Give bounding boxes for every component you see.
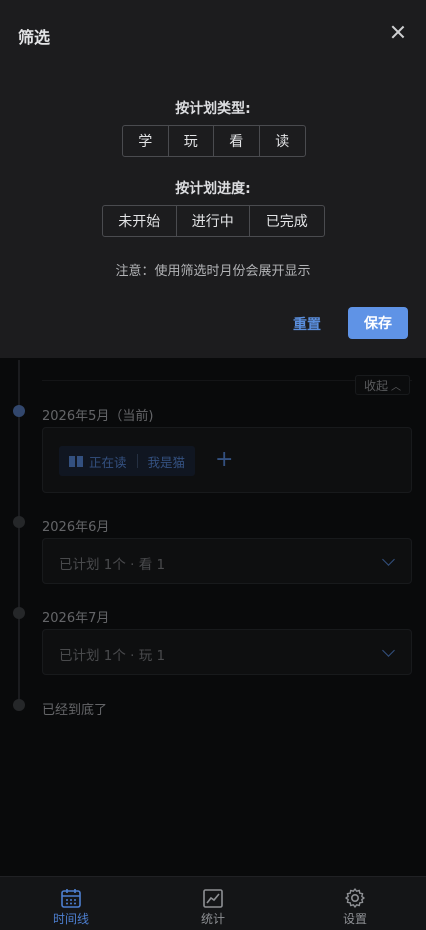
nav-item-timeline[interactable]: 时间线 xyxy=(0,877,142,930)
type-option-read[interactable]: 读 xyxy=(260,126,306,156)
calendar-icon xyxy=(61,889,81,908)
nav-label: 时间线 xyxy=(52,912,89,926)
type-filter-group: 学 玩 看 读 xyxy=(122,125,306,157)
filter-panel: 筛选 按计划类型: 学 玩 看 读 按计划进度: 未开始 进行中 已完成 注意：… xyxy=(0,0,426,358)
filter-note: 注意：使用筛选时月份会展开显示 xyxy=(115,264,311,279)
progress-section-label: 按计划进度: xyxy=(175,181,251,197)
close-icon[interactable] xyxy=(388,22,408,42)
reset-button[interactable]: 重置 xyxy=(283,310,331,338)
nav-label: 统计 xyxy=(200,912,225,926)
type-option-watch[interactable]: 看 xyxy=(214,126,260,156)
type-option-study[interactable]: 学 xyxy=(123,126,169,156)
type-option-play[interactable]: 玩 xyxy=(169,126,214,156)
progress-option-completed[interactable]: 已完成 xyxy=(250,206,324,236)
chart-icon xyxy=(203,889,223,908)
progress-option-not-started[interactable]: 未开始 xyxy=(103,206,177,236)
type-section-label: 按计划类型: xyxy=(175,101,251,117)
progress-option-in-progress[interactable]: 进行中 xyxy=(177,206,250,236)
nav-item-settings[interactable]: 设置 xyxy=(284,877,426,930)
gear-icon xyxy=(345,888,365,908)
nav-item-stats[interactable]: 统计 xyxy=(142,877,284,930)
progress-filter-group: 未开始 进行中 已完成 xyxy=(102,205,325,237)
nav-label: 设置 xyxy=(342,912,367,926)
panel-title: 筛选 xyxy=(18,28,51,47)
save-button[interactable]: 保存 xyxy=(348,307,408,339)
bottom-nav: 时间线 统计 设置 xyxy=(0,876,426,930)
